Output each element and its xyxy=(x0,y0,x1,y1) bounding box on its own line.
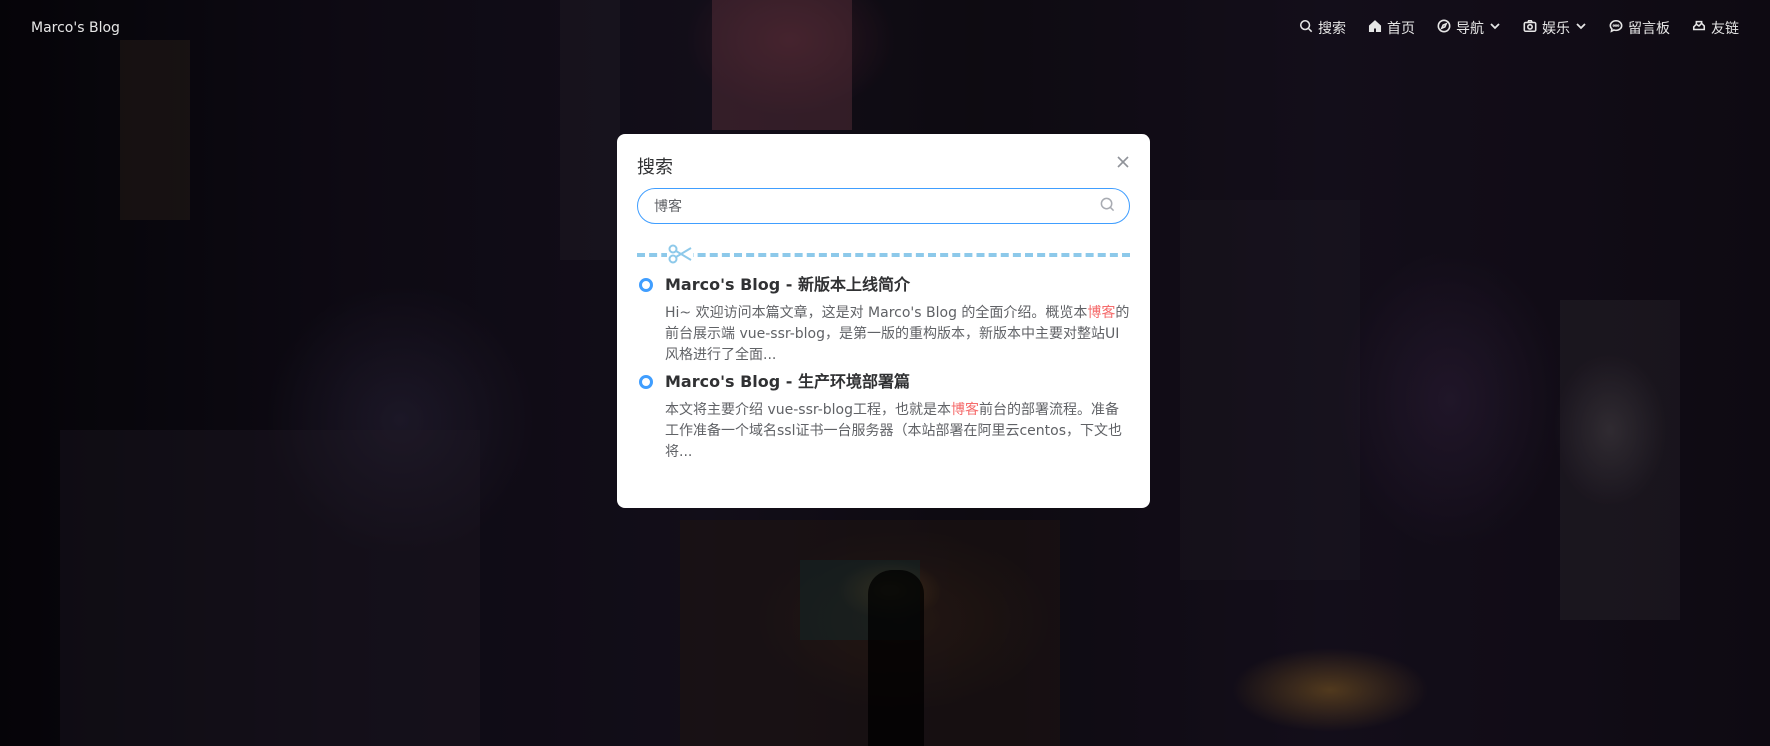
result-description: 本文将主要介绍 vue-ssr-blog工程，也就是本博客前台的部署流程。准备工… xyxy=(665,402,1123,460)
result-title[interactable]: Marco's Blog - 生产环境部署篇 xyxy=(665,371,1130,393)
search-box xyxy=(637,188,1130,224)
keyword-highlight: 博客 xyxy=(951,402,980,418)
nav-item-guestbook[interactable]: 留言板 xyxy=(1609,18,1670,38)
nav-item-label: 友链 xyxy=(1711,21,1739,37)
nav-item-label: 首页 xyxy=(1387,21,1415,37)
chat-icon xyxy=(1609,19,1623,37)
result-description: Hi~ 欢迎访问本篇文章，这是对 Marco's Blog 的全面介绍。概览本博… xyxy=(665,305,1130,363)
scissors-icon xyxy=(667,244,693,264)
close-button[interactable] xyxy=(1116,154,1130,168)
bullet-icon xyxy=(639,278,653,292)
dashed-line xyxy=(637,253,1130,257)
close-icon xyxy=(1116,154,1130,173)
handshake-icon xyxy=(1692,19,1706,37)
scissor-divider xyxy=(637,244,1130,264)
search-result-item[interactable]: Marco's Blog - 新版本上线简介 Hi~ 欢迎访问本篇文章，这是对 … xyxy=(637,274,1130,366)
nav-item-entertainment[interactable]: 娱乐 xyxy=(1523,18,1587,38)
main-nav: 搜索 首页 导航 娱乐 留言板 友链 xyxy=(1299,18,1739,38)
top-header: Marco's Blog 搜索 首页 导航 娱乐 留言板 友链 xyxy=(0,0,1770,56)
nav-item-label: 留言板 xyxy=(1628,21,1670,37)
search-dialog: 搜索 Marco's Blog - 新版本上线简介 Hi~ 欢迎访问本篇文章，这… xyxy=(617,134,1150,508)
nav-item-friend-links[interactable]: 友链 xyxy=(1692,18,1739,38)
chevron-down-icon xyxy=(1489,20,1501,36)
nav-item-navigation[interactable]: 导航 xyxy=(1437,18,1501,38)
search-result-item[interactable]: Marco's Blog - 生产环境部署篇 本文将主要介绍 vue-ssr-b… xyxy=(637,371,1130,463)
nav-item-label: 娱乐 xyxy=(1542,21,1570,37)
nav-item-home[interactable]: 首页 xyxy=(1368,18,1415,38)
keyword-highlight: 博客 xyxy=(1087,305,1116,321)
chevron-down-icon xyxy=(1575,20,1587,36)
search-icon[interactable] xyxy=(1100,197,1115,216)
bullet-icon xyxy=(639,375,653,389)
home-icon xyxy=(1368,19,1382,37)
camera-icon xyxy=(1523,19,1537,37)
search-icon xyxy=(1299,19,1313,37)
compass-icon xyxy=(1437,19,1451,37)
search-results: Marco's Blog - 新版本上线简介 Hi~ 欢迎访问本篇文章，这是对 … xyxy=(637,274,1130,468)
nav-item-label: 导航 xyxy=(1456,21,1484,37)
dialog-title: 搜索 xyxy=(637,157,673,178)
result-title[interactable]: Marco's Blog - 新版本上线简介 xyxy=(665,274,1130,296)
nav-item-label: 搜索 xyxy=(1318,21,1346,37)
nav-item-search[interactable]: 搜索 xyxy=(1299,18,1346,38)
search-input[interactable] xyxy=(654,198,1100,214)
site-logo[interactable]: Marco's Blog xyxy=(31,20,120,36)
